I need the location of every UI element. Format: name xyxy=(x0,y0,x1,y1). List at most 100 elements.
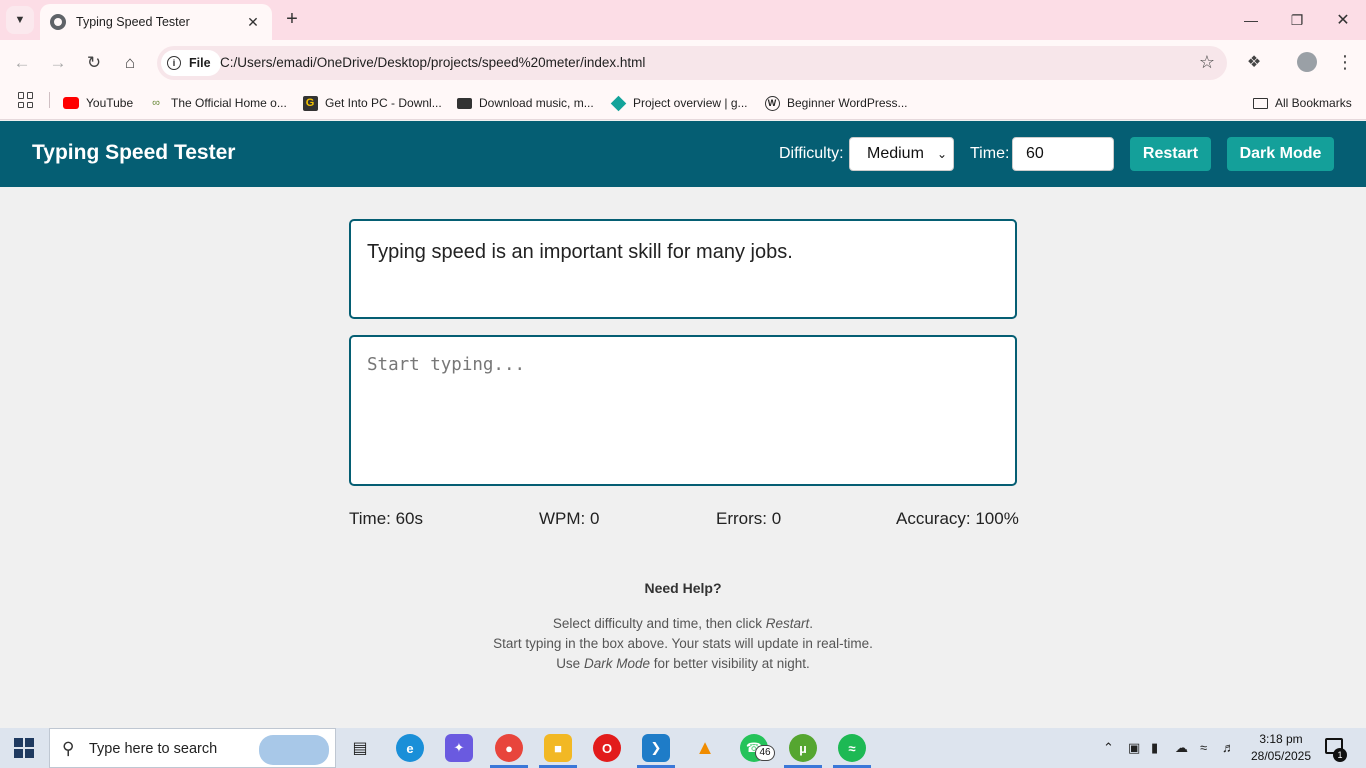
notification-badge: 1 xyxy=(1333,748,1347,762)
tab-strip: ▼ Typing Speed Tester ✕ + — ❐ ✕ xyxy=(0,0,1366,40)
apps-grid-icon[interactable] xyxy=(18,92,34,108)
help-line-1: Select difficulty and time, then click R… xyxy=(0,616,1366,631)
opera-icon[interactable]: O xyxy=(593,734,621,762)
restore-button[interactable]: ❐ xyxy=(1274,0,1320,40)
vscode-icon[interactable]: ❯ xyxy=(642,734,670,762)
utorrent-icon[interactable]: µ xyxy=(789,734,817,762)
time-stat: Time: 60s xyxy=(349,509,424,528)
windows-start-icon[interactable] xyxy=(14,738,34,758)
wifi-icon[interactable]: ≈ xyxy=(1200,740,1207,755)
all-bookmarks-label: All Bookmarks xyxy=(1275,96,1352,110)
menu-kebab-icon[interactable]: ⋮ xyxy=(1336,51,1354,75)
meet-now-icon[interactable]: ▣ xyxy=(1128,740,1140,756)
chevron-down-icon: ⌄ xyxy=(936,147,947,161)
help-text: . xyxy=(809,616,814,631)
spotify-icon[interactable]: ≈ xyxy=(838,734,866,762)
typing-input[interactable]: Start typing... xyxy=(349,335,1017,486)
bookmark-label: Get Into PC - Downl... xyxy=(325,96,442,110)
page-title: Typing Speed Tester xyxy=(32,141,236,164)
bookmark-star-icon[interactable]: ☆ xyxy=(1199,52,1215,73)
onedrive-cloud-icon[interactable]: ☁ xyxy=(1175,740,1188,756)
bookmark-label: Download music, m... xyxy=(479,96,594,110)
tab-title: Typing Speed Tester xyxy=(76,15,190,29)
browser-toolbar: ← → ↻ ⌂ i File C:/Users/emadi/OneDrive/D… xyxy=(0,40,1366,86)
whatsapp-badge: 46 xyxy=(755,745,775,761)
bookmark-getintopc[interactable]: G Get Into PC - Downl... xyxy=(302,92,442,114)
search-icon: ⚲ xyxy=(62,739,75,758)
copilot-icon[interactable]: ✦ xyxy=(445,734,473,762)
difficulty-value: Medium xyxy=(867,145,924,162)
help-title: Need Help? xyxy=(644,580,722,596)
bookmarks-divider xyxy=(49,92,50,108)
bookmark-official-home[interactable]: ∞ The Official Home o... xyxy=(148,92,287,114)
time-label: Time: xyxy=(970,145,1010,162)
forward-button[interactable]: → xyxy=(44,49,72,77)
search-highlight-image xyxy=(259,735,329,765)
task-view-icon[interactable]: ▤ xyxy=(346,734,374,762)
reload-button[interactable]: ↻ xyxy=(80,49,108,77)
minimize-button[interactable]: — xyxy=(1228,0,1274,40)
bookmark-label: Beginner WordPress... xyxy=(787,96,908,110)
battery-icon[interactable]: ▮ xyxy=(1151,740,1158,756)
chevron-down-icon: ▼ xyxy=(14,14,26,26)
time-input[interactable]: 60 xyxy=(1012,137,1114,171)
difficulty-select[interactable]: Medium ⌄ xyxy=(849,137,954,171)
clock-time: 3:18 pm xyxy=(1259,732,1303,746)
help-emphasis: Dark Mode xyxy=(583,656,650,671)
bookmark-beginner-wordpress[interactable]: W Beginner WordPress... xyxy=(764,92,908,114)
taskbar: ⚲ Type here to search ▤ e ✦ ● ■ O ❯ ▲ ☎ … xyxy=(0,728,1366,768)
help-line-3: Use Dark Mode for better visibility at n… xyxy=(0,656,1366,671)
help-text: for better visibility at night. xyxy=(649,656,810,671)
taskbar-search[interactable]: ⚲ Type here to search xyxy=(49,728,336,768)
browser-tab[interactable]: Typing Speed Tester ✕ xyxy=(40,4,272,40)
close-window-button[interactable]: ✕ xyxy=(1320,0,1366,40)
help-text: Select difficulty and time, then click xyxy=(552,616,766,631)
url-text[interactable]: C:/Users/emadi/OneDrive/Desktop/projects… xyxy=(220,55,645,70)
volume-icon[interactable]: ♬ xyxy=(1222,740,1235,755)
file-scheme-label: File xyxy=(189,56,211,70)
vlc-icon[interactable]: ▲ xyxy=(691,734,719,762)
diamond-icon xyxy=(610,95,626,111)
wordpress-icon: W xyxy=(764,95,780,111)
address-bar[interactable]: i File C:/Users/emadi/OneDrive/Desktop/p… xyxy=(157,46,1227,80)
site-icon: ∞ xyxy=(152,97,160,109)
back-button[interactable]: ← xyxy=(8,49,36,77)
bookmark-label: The Official Home o... xyxy=(171,96,287,110)
globe-icon xyxy=(50,14,66,30)
profile-avatar[interactable] xyxy=(1297,52,1317,72)
tab-search-button[interactable]: ▼ xyxy=(6,6,34,34)
folder-icon xyxy=(1252,95,1268,111)
bookmark-label: YouTube xyxy=(86,96,134,110)
extensions-icon[interactable]: ❖ xyxy=(1243,51,1265,73)
chevron-up-icon[interactable]: ⌃ xyxy=(1103,740,1114,756)
music-icon xyxy=(456,95,472,111)
getintopc-icon: G xyxy=(302,95,318,111)
bookmark-youtube[interactable]: YouTube xyxy=(63,92,133,114)
errors-stat: Errors: 0 xyxy=(716,509,782,528)
home-button[interactable]: ⌂ xyxy=(116,49,144,77)
system-clock[interactable]: 3:18 pm 28/05/2025 xyxy=(1246,731,1316,765)
youtube-icon xyxy=(63,95,79,111)
search-placeholder: Type here to search xyxy=(89,741,218,757)
edge-icon[interactable]: e xyxy=(396,734,424,762)
bookmark-download-music[interactable]: Download music, m... xyxy=(456,92,594,114)
app-header: Typing Speed Tester Difficulty: Medium ⌄… xyxy=(0,121,1366,187)
new-tab-button[interactable]: + xyxy=(280,8,304,32)
accuracy-stat: Accuracy: 100% xyxy=(896,509,1019,528)
dark-mode-button[interactable]: Dark Mode xyxy=(1227,137,1334,171)
chrome-icon[interactable]: ● xyxy=(495,734,523,762)
bookmark-project-overview[interactable]: Project overview | g... xyxy=(610,92,748,114)
wpm-stat: WPM: 0 xyxy=(539,509,600,528)
clock-date: 28/05/2025 xyxy=(1250,749,1312,763)
bookmark-label: Project overview | g... xyxy=(633,96,748,110)
all-bookmarks-button[interactable]: All Bookmarks xyxy=(1252,92,1352,114)
site-info-chip[interactable]: i File xyxy=(161,50,221,76)
info-icon: i xyxy=(167,56,181,70)
file-explorer-icon[interactable]: ■ xyxy=(544,734,572,762)
restart-button[interactable]: Restart xyxy=(1130,137,1211,171)
help-line-2: Start typing in the box above. Your stat… xyxy=(493,636,873,651)
quote-display: Typing speed is an important skill for m… xyxy=(349,219,1017,319)
difficulty-label: Difficulty: xyxy=(779,145,844,162)
help-emphasis: Restart xyxy=(765,616,810,631)
close-tab-icon[interactable]: ✕ xyxy=(244,14,262,31)
